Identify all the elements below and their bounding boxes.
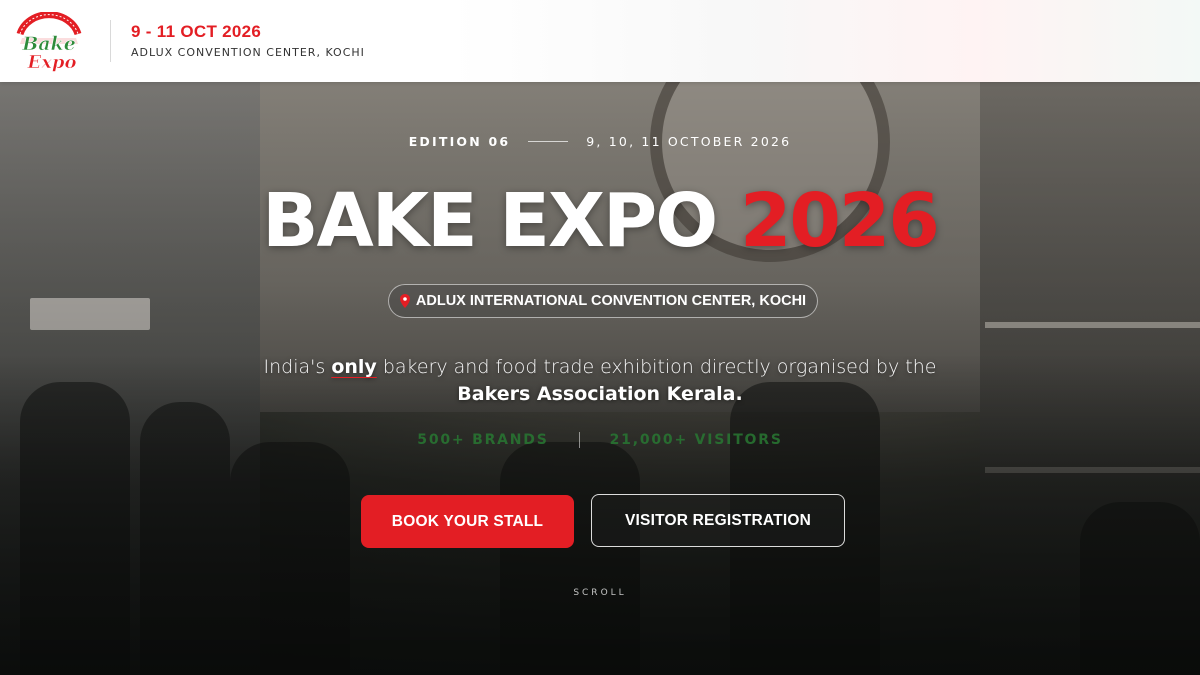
scroll-indicator[interactable]: SCROLL [0,588,1200,598]
header-event-date: 9 - 11 OCT 2026 [131,22,262,41]
edition-label: EDITION 06 [408,134,511,149]
hero-title: BAKE EXPO 2026 [0,178,1200,264]
stat-visitors: 21,000+ VISITORS [609,432,783,448]
site-header: Bake Expo 9 - 11 OCT 2026 ADLUX CONVENTI… [0,0,1200,82]
header-divider [110,20,111,62]
tagline-organiser: Bakers Association Kerala. [457,383,743,405]
header-venue: ADLUX CONVENTION CENTER, KOCHI [131,46,365,59]
header-nav-area [450,0,1200,82]
hero-section: EDITION 06 9, 10, 11 OCTOBER 2026 BAKE E… [0,82,1200,675]
svg-text:Expo: Expo [26,52,76,72]
bake-expo-logo[interactable]: Bake Expo [12,11,88,73]
tagline-pre: India's [263,356,332,378]
visitor-registration-button[interactable]: VISITOR REGISTRATION [591,494,845,547]
book-stall-button[interactable]: BOOK YOUR STALL [361,495,574,548]
venue-pill-text: ADLUX INTERNATIONAL CONVENTION CENTER, K… [415,293,807,309]
map-pin-icon [399,294,410,308]
tagline-only: only [331,356,377,378]
tagline-post: bakery and food trade exhibition directl… [376,356,937,378]
hero-title-main: BAKE EXPO [262,178,718,264]
hero-tagline: India's only bakery and food trade exhib… [0,354,1200,408]
edition-row: EDITION 06 9, 10, 11 OCTOBER 2026 [0,134,1200,149]
hero-stats: 500+ BRANDS 21,000+ VISITORS [0,432,1200,448]
edition-divider [528,141,569,142]
edition-dates: 9, 10, 11 OCTOBER 2026 [586,134,792,149]
hero-title-year: 2026 [739,178,940,264]
stat-brands: 500+ BRANDS [417,432,549,448]
venue-pill: ADLUX INTERNATIONAL CONVENTION CENTER, K… [388,284,818,318]
stat-divider [578,432,580,448]
